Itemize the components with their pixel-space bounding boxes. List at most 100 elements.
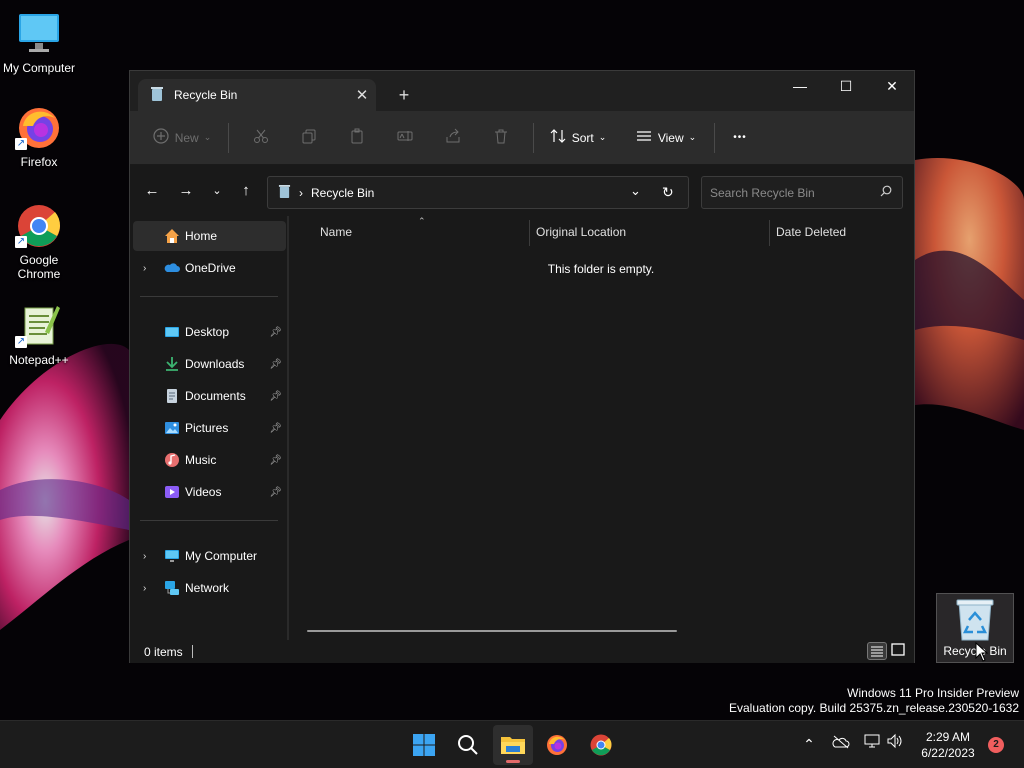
search-box[interactable]: [701, 176, 903, 209]
desktop-icon-recycle-bin[interactable]: Recycle Bin: [936, 593, 1014, 663]
sidebar-item-music[interactable]: Music 📌︎: [133, 445, 286, 475]
desktop-icon-label: My Computer: [2, 61, 76, 75]
notification-badge[interactable]: 2: [988, 737, 1004, 753]
address-dropdown-chevron-icon[interactable]: ⌄: [630, 183, 641, 199]
desktop-icon-notepadpp[interactable]: ↗ Notepad++: [0, 302, 78, 367]
sort-icon: [550, 128, 566, 147]
maximize-button[interactable]: ☐: [823, 71, 869, 103]
expand-chevron-icon[interactable]: ›: [143, 263, 146, 274]
chrome-taskbar-button[interactable]: [581, 725, 621, 765]
sidebar-item-home[interactable]: Home: [133, 221, 286, 251]
close-button[interactable]: ✕: [869, 71, 915, 103]
expand-chevron-icon[interactable]: ›: [143, 551, 146, 562]
sidebar-item-documents[interactable]: Documents 📌︎: [133, 381, 286, 411]
copy-button[interactable]: [285, 122, 333, 154]
firefox-icon: [547, 735, 567, 755]
search-input[interactable]: [710, 185, 880, 200]
sort-label: Sort: [571, 130, 594, 145]
pin-icon[interactable]: 📌︎: [269, 359, 282, 370]
details-view-button[interactable]: [867, 642, 887, 660]
start-button[interactable]: [404, 725, 444, 765]
desktop-icon-my-computer[interactable]: My Computer: [0, 10, 78, 75]
pin-icon[interactable]: 📌︎: [269, 455, 282, 466]
column-header-date-deleted[interactable]: Date Deleted: [776, 225, 846, 239]
status-bar: 0 items: [130, 640, 914, 663]
search-taskbar-button[interactable]: [448, 725, 488, 765]
shortcut-arrow-icon: ↗: [15, 138, 27, 150]
windows-logo-icon: [413, 734, 435, 756]
volume-icon[interactable]: [884, 733, 906, 755]
sort-button[interactable]: Sort ⌄: [542, 122, 614, 154]
large-icons-view-button[interactable]: [889, 642, 909, 660]
forward-arrow-icon[interactable]: →: [172, 178, 200, 204]
more-options-button[interactable]: •••: [723, 122, 757, 154]
plus-circle-icon: [153, 128, 169, 147]
desktop-icon-firefox[interactable]: ↗ Firefox: [0, 104, 78, 169]
chevron-down-icon: ⌄: [688, 132, 697, 142]
cut-button[interactable]: [237, 122, 285, 154]
recycle-bin-icon: [278, 184, 291, 202]
delete-button[interactable]: [477, 122, 525, 154]
view-button[interactable]: View ⌄: [626, 122, 706, 154]
pin-icon[interactable]: 📌︎: [269, 327, 282, 338]
new-button[interactable]: New ⌄: [150, 122, 214, 154]
address-bar[interactable]: › Recycle Bin ⌄ ↻: [267, 176, 689, 209]
file-list: ⌃ Name Original Location Date Deleted Th…: [290, 216, 914, 640]
paste-button[interactable]: [333, 122, 381, 154]
shortcut-arrow-icon: ↗: [15, 236, 27, 248]
horizontal-scrollbar[interactable]: [307, 630, 677, 632]
up-arrow-icon[interactable]: ↑: [232, 178, 260, 204]
rename-button[interactable]: [381, 122, 429, 154]
scissors-icon: [253, 128, 269, 147]
search-icon[interactable]: [880, 185, 892, 200]
column-separator[interactable]: [769, 220, 770, 246]
downloads-icon: [164, 356, 180, 372]
minimize-button[interactable]: —: [777, 71, 823, 103]
details-view-icon: [871, 646, 883, 657]
sidebar-item-onedrive[interactable]: › OneDrive: [133, 253, 286, 283]
view-label: View: [657, 130, 684, 145]
network-icon: [164, 580, 180, 596]
sidebar-item-label: OneDrive: [185, 261, 236, 275]
recent-locations-chevron-icon[interactable]: ⌄: [203, 178, 231, 204]
share-button[interactable]: [429, 122, 477, 154]
file-explorer-taskbar-button[interactable]: [493, 725, 533, 765]
refresh-icon[interactable]: ↻: [662, 184, 674, 201]
system-clock[interactable]: 2:29 AM 6/22/2023: [908, 729, 988, 761]
sidebar-item-network[interactable]: › Network: [133, 573, 286, 603]
column-separator[interactable]: [529, 220, 530, 246]
network-status-icon[interactable]: [862, 733, 884, 755]
sidebar-item-label: Documents: [185, 389, 246, 403]
sidebar-item-pictures[interactable]: Pictures 📌︎: [133, 413, 286, 443]
pin-icon[interactable]: 📌︎: [269, 391, 282, 402]
clock-time: 2:29 AM: [925, 730, 971, 744]
chrome-icon: [590, 734, 612, 756]
expand-chevron-icon[interactable]: ›: [143, 583, 146, 594]
clipboard-icon: [349, 128, 365, 147]
show-hidden-icons-chevron-icon[interactable]: ⌃: [798, 733, 820, 755]
pin-icon[interactable]: 📌︎: [269, 423, 282, 434]
breadcrumb-recycle-bin[interactable]: Recycle Bin: [311, 186, 374, 200]
copy-icon: [301, 128, 317, 147]
monitor-icon: [164, 548, 180, 564]
music-icon: [164, 452, 180, 468]
share-icon: [445, 128, 461, 147]
firefox-taskbar-button[interactable]: [537, 725, 577, 765]
onedrive-offline-icon[interactable]: [830, 733, 852, 755]
column-header-original-location[interactable]: Original Location: [536, 225, 626, 239]
desktop-icon-chrome[interactable]: ↗ Google Chrome: [0, 202, 78, 281]
sidebar-item-my-computer[interactable]: › My Computer: [133, 541, 286, 571]
title-bar: Recycle Bin ✕ + — ☐ ✕: [130, 71, 914, 111]
new-tab-button[interactable]: +: [392, 83, 416, 107]
column-header-name[interactable]: Name: [320, 225, 352, 239]
sidebar-item-desktop[interactable]: Desktop 📌︎: [133, 317, 286, 347]
shortcut-arrow-icon: ↗: [15, 336, 27, 348]
close-tab-icon[interactable]: ✕: [348, 86, 376, 104]
toolbar-divider: [533, 122, 534, 153]
sidebar-item-videos[interactable]: Videos 📌︎: [133, 477, 286, 507]
pin-icon[interactable]: 📌︎: [269, 487, 282, 498]
back-arrow-icon[interactable]: ←: [138, 178, 166, 204]
sidebar-item-downloads[interactable]: Downloads 📌︎: [133, 349, 286, 379]
pane-splitter[interactable]: [287, 216, 289, 640]
tab-recycle-bin[interactable]: Recycle Bin ✕: [138, 79, 376, 111]
